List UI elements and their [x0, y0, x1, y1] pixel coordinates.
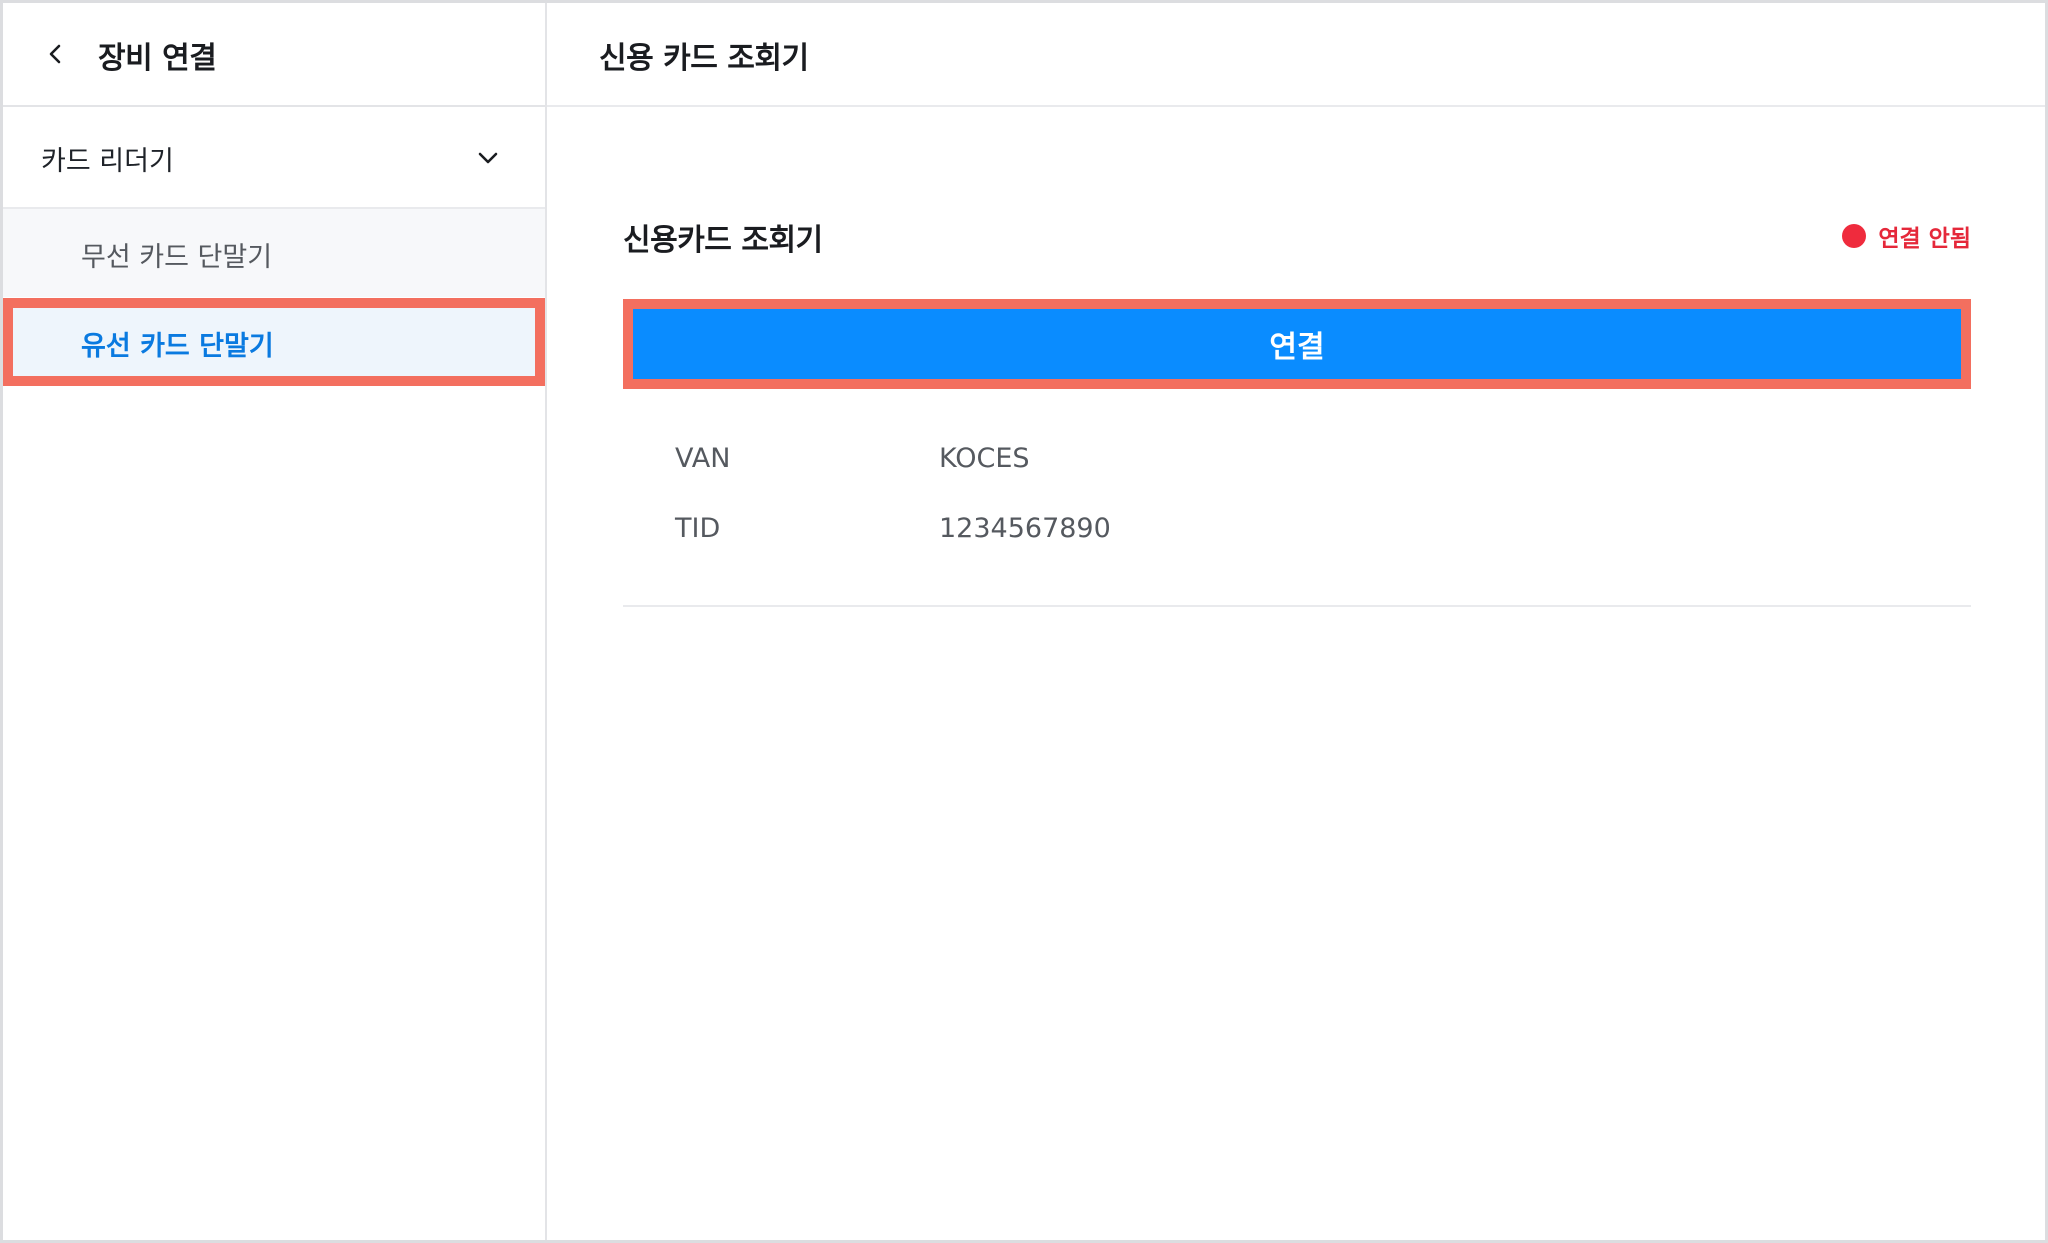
chevron-left-icon[interactable]	[41, 39, 71, 69]
chevron-down-icon	[473, 143, 503, 173]
sidebar-header: 장비 연결	[3, 3, 545, 107]
info-row-van: VAN KOCES	[623, 443, 1971, 483]
sidebar-section-card-reader[interactable]: 카드 리더기	[3, 107, 545, 209]
sidebar-item-label: 무선 카드 단말기	[81, 242, 273, 273]
info-key: TID	[675, 513, 721, 544]
sidebar-item-wired-terminal[interactable]: 유선 카드 단말기	[3, 298, 545, 386]
info-row-tid: TID 1234567890	[623, 513, 1971, 553]
main-content: 신용 카드 조회기 신용카드 조회기 연결 안됨 연결 VAN KOCES TI…	[547, 3, 2045, 1240]
app-frame: 장비 연결 카드 리더기 무선 카드 단말기 유선 카드 단말기 신용 카드 조…	[0, 0, 2048, 1243]
device-info-table: VAN KOCES TID 1234567890	[623, 433, 1971, 607]
panel-title: 신용카드 조회기	[623, 223, 823, 258]
sidebar-title: 장비 연결	[98, 41, 217, 76]
sidebar-item-label: 유선 카드 단말기	[81, 331, 274, 362]
info-key: VAN	[675, 443, 731, 474]
connect-button[interactable]: 연결	[623, 299, 1971, 389]
sidebar-section-label: 카드 리더기	[41, 146, 174, 177]
connection-status: 연결 안됨	[1842, 219, 1971, 253]
main-header: 신용 카드 조회기	[547, 3, 2045, 107]
sidebar-item-wireless-terminal[interactable]: 무선 카드 단말기	[3, 209, 545, 297]
page-title: 신용 카드 조회기	[599, 41, 809, 76]
sidebar: 장비 연결 카드 리더기 무선 카드 단말기 유선 카드 단말기	[3, 3, 547, 1240]
info-value: KOCES	[939, 443, 1030, 474]
status-badge: 연결 안됨	[1878, 226, 1971, 252]
status-dot-icon	[1842, 224, 1867, 248]
info-value: 1234567890	[939, 513, 1111, 544]
